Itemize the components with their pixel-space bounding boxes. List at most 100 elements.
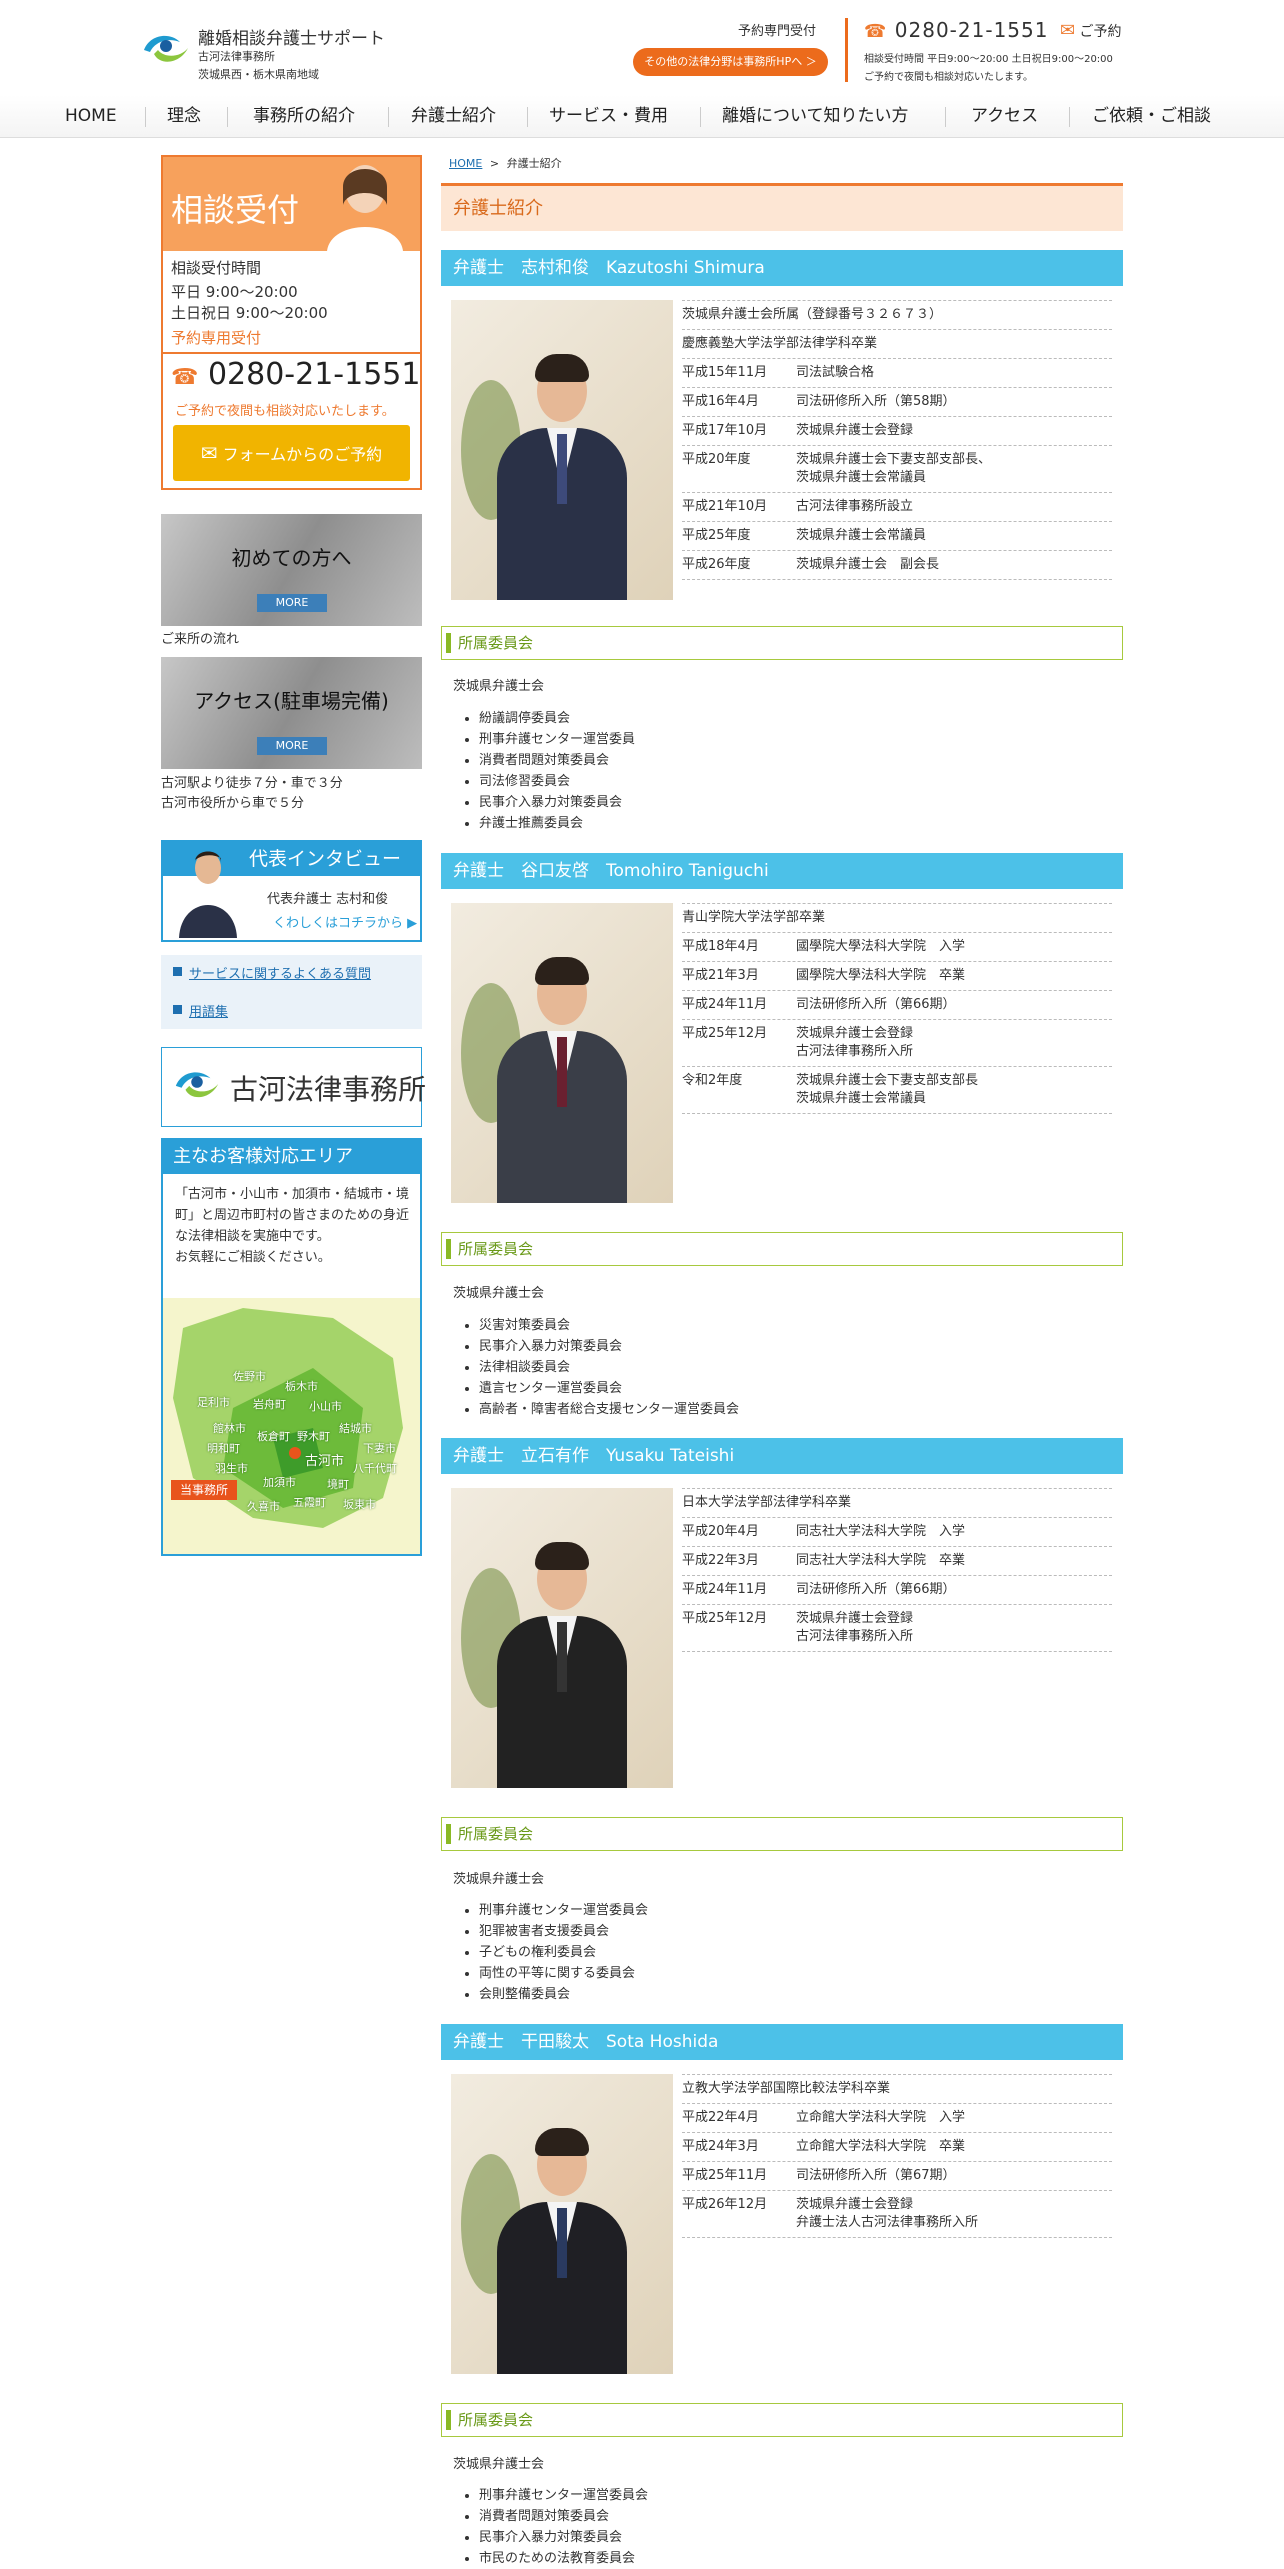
header-phone[interactable]: ☎ 0280-21-1551 [864,18,1048,42]
career-row: 平成20年度 茨城県弁護士会下妻支部支部長、 茨城県弁護士会常議員 [682,445,1112,492]
logo-mark-icon [144,35,188,62]
faq-link[interactable]: サービスに関するよくある質問 [189,963,371,982]
list-item: 犯罪被害者支援委員会 [479,1921,648,1942]
consult-weekend-hours: 土日祝日 9:00〜20:00 [171,304,328,322]
form-reserve-button[interactable]: ✉ フォームからのご予約 [173,425,410,481]
breadcrumb-home-link[interactable]: HOME [449,157,482,170]
area-map-shape [173,1308,403,1528]
map-place: 久喜市 [247,1500,280,1513]
lawyer-name-hoshida: 弁護士 干田駿太 Sota Hoshida [441,2024,1123,2060]
career-date: 平成22年3月 [682,1553,759,1568]
list-item: 会則整備委員会 [479,1984,648,2005]
reserve-label: 予約専門受付 [738,24,817,39]
list-item: 刑事弁護センター運営委員 [479,729,635,750]
nav-separator [388,107,389,127]
list-item: 子どもの権利委員会 [479,1942,648,1963]
career-text: 慶應義塾大学法学部法律学科卒業 [682,336,878,351]
career-text: 茨城県弁護士会登録 弁護士法人古河法律事務所入所 [796,2197,979,2230]
nav-home[interactable]: HOME [65,95,117,138]
consult-weekday-hours: 平日 9:00〜20:00 [171,283,298,301]
committee-list-hoshida: 刑事弁護センター運営委員会 消費者問題対策委員会 民事介入暴力対策委員会 市民の… [479,2485,648,2569]
interview-subtitle: 代表弁護士 志村和俊 [267,892,389,907]
logo-subtitle-office: 古河法律事務所 [198,50,275,63]
nav-lawyers[interactable]: 弁護士紹介 [411,95,496,138]
career-date: 平成26年度 [682,557,751,572]
square-bullet-icon [173,967,182,976]
list-item: 法律相談委員会 [479,1357,739,1378]
nav-separator [945,107,946,127]
map-place: 八千代町 [353,1462,397,1475]
nav-consultation[interactable]: ご依頼・ご相談 [1092,95,1211,138]
career-date: 平成25年12月 [682,1026,768,1041]
career-row: 令和2年度 茨城県弁護士会下妻支部支部長 茨城県弁護士会常議員 [682,1066,1112,1114]
career-date: 平成25年11月 [682,2168,768,2183]
list-item: 遺言センター運営委員会 [479,1378,739,1399]
list-item: 民事介入暴力対策委員会 [479,2527,648,2548]
breadcrumb-current: 弁護士紹介 [506,157,562,170]
consult-box: 相談受付 相談受付時間 平日 9:00〜20:00 土日祝日 9:00〜20:0… [161,155,422,490]
interview-link[interactable]: くわしくはコチラから ▶ [273,912,417,931]
representative-photo-icon [179,851,237,938]
career-list-shimura: 茨城県弁護士会所属（登録番号３２６７３） 慶應義塾大学法学部法律学科卒業 平成1… [682,300,1112,580]
interview-banner[interactable]: 代表インタビュー 代表弁護士 志村和俊 くわしくはコチラから ▶ [161,840,422,942]
other-fields-button[interactable]: その他の法律分野は事務所HPへ ＞ [633,48,828,76]
career-text: 茨城県弁護士会所属（登録番号３２６７３） [682,307,943,322]
nav-separator [227,107,228,127]
nav-services[interactable]: サービス・費用 [549,95,668,138]
map-place: 古河市 [305,1454,345,1469]
career-date: 平成26年12月 [682,2197,768,2212]
first-time-banner[interactable]: 初めての方へ MORE [161,514,422,626]
career-row: 青山学院大学法学部卒業 [682,903,1112,932]
committee-list-shimura: 紛議調停委員会 刑事弁護センター運営委員 消費者問題対策委員会 司法修習委員会 … [479,708,635,834]
lawyer-name-tateishi: 弁護士 立石有作 Yusaku Tateishi [441,1438,1123,1474]
header-mail-link[interactable]: ✉ ご予約 [1060,20,1122,41]
access-more-button[interactable]: MORE [257,737,327,755]
lawyer-photo-taniguchi [451,903,673,1203]
career-text: 古河法律事務所設立 [796,499,914,514]
committee-heading: 所属委員会 [441,2403,1123,2437]
logo-mark-icon [175,1072,219,1098]
page-title: 弁護士紹介 [441,183,1123,231]
consult-divider [163,352,420,354]
map-place: 岩舟町 [253,1398,286,1411]
site-header: 離婚相談弁護士サポート 古河法律事務所 茨城県西・栃木県南地域 予約専門受付 そ… [0,0,1284,95]
career-row: 平成26年12月 茨城県弁護士会登録 弁護士法人古河法律事務所入所 [682,2190,1112,2238]
career-date: 平成16年4月 [682,394,759,409]
list-item: 市民のための法教育委員会 [479,2548,648,2569]
career-row: 平成25年度 茨城県弁護士会常議員 [682,521,1112,550]
career-text: 同志社大学法科大学院 入学 [796,1524,966,1539]
consult-box-header: 相談受付 [163,157,420,251]
access-banner[interactable]: アクセス(駐車場完備) MORE [161,657,422,769]
career-row: 平成24年3月 立命館大学法科大学院 卒業 [682,2132,1112,2161]
nav-access[interactable]: アクセス [971,95,1038,138]
career-row: 平成18年4月 國學院大學法科大学院 入学 [682,932,1112,961]
career-row: 平成26年度 茨城県弁護士会 副会長 [682,550,1112,580]
consult-box-title: 相談受付 [171,191,300,229]
career-row: 平成25年11月 司法研修所入所（第67期） [682,2161,1112,2190]
nav-philosophy[interactable]: 理念 [167,95,201,138]
career-date: 平成24年3月 [682,2139,759,2154]
list-item: 刑事弁護センター運営委員会 [479,1900,648,1921]
nav-separator [527,107,528,127]
list-item: 災害対策委員会 [479,1315,739,1336]
career-date: 平成17年10月 [682,423,768,438]
career-text: 司法研修所入所（第66期） [796,997,956,1012]
list-item: 司法修習委員会 [479,771,635,792]
service-area-title: 主なお客様対応エリア [163,1140,420,1174]
nav-office[interactable]: 事務所の紹介 [253,95,355,138]
consult-phone[interactable]: ☎ 0280-21-1551 [171,357,420,392]
committee-heading: 所属委員会 [441,626,1123,660]
glossary-link[interactable]: 用語集 [189,1001,228,1020]
nav-divorce-info[interactable]: 離婚について知りたい方 [722,95,909,138]
list-item: 高齢者・障害者総合支援センター運営委員会 [479,1399,739,1420]
site-logo[interactable]: 離婚相談弁護士サポート 古河法律事務所 茨城県西・栃木県南地域 [140,24,400,84]
office-banner[interactable]: 古河法律事務所 [161,1047,426,1127]
career-row: 平成21年3月 國學院大學法科大学院 卒業 [682,961,1112,990]
career-row: 慶應義塾大学法学部法律学科卒業 [682,329,1112,358]
first-time-more-button[interactable]: MORE [257,594,327,612]
nav-separator [1069,107,1070,127]
lawyer-name-taniguchi: 弁護士 谷口友啓 Tomohiro Taniguchi [441,853,1123,889]
career-text: 茨城県弁護士会登録 [796,423,914,438]
career-date: 平成24年11月 [682,1582,768,1597]
list-item: 弁護士推薦委員会 [479,813,635,834]
